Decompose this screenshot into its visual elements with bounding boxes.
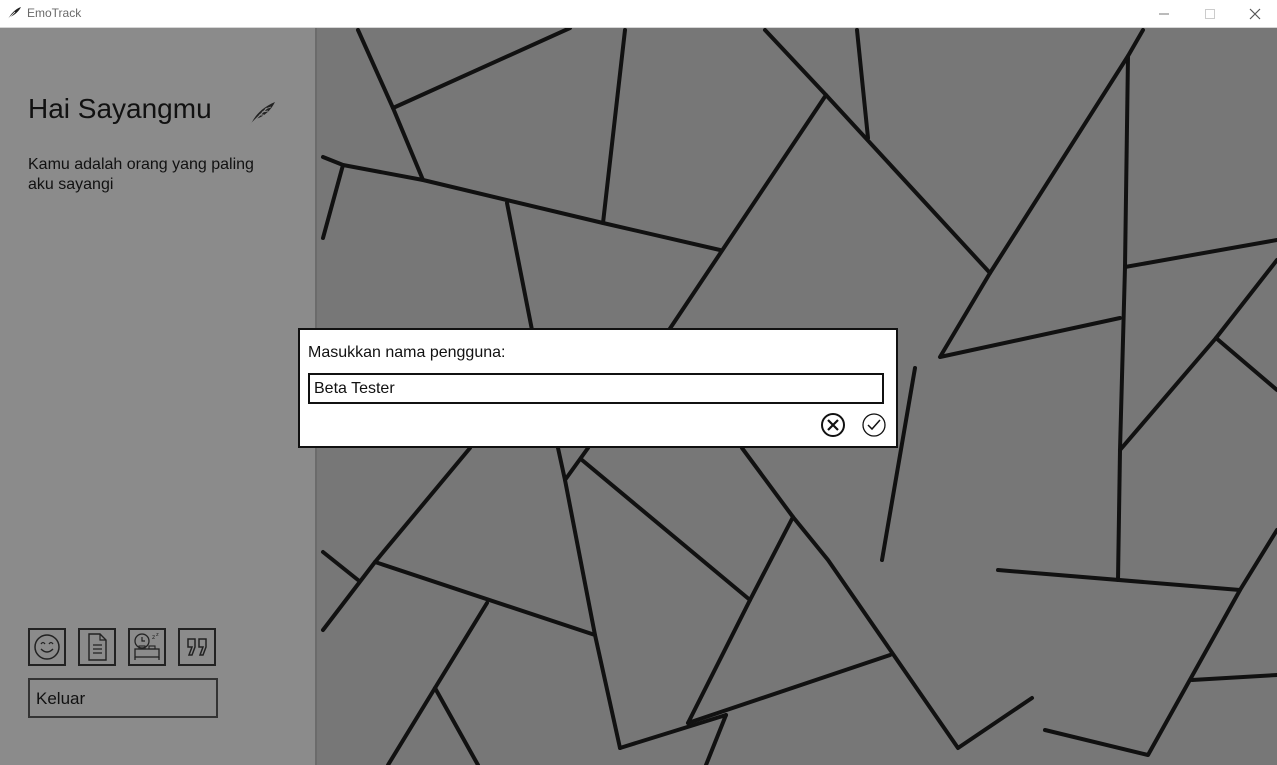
username-dialog: Masukkan nama pengguna: xyxy=(298,328,898,448)
check-circle-icon[interactable] xyxy=(861,412,887,438)
feather-app-icon xyxy=(6,7,21,21)
quote-icon xyxy=(187,638,207,656)
username-input[interactable] xyxy=(308,373,884,404)
title-bar: EmoTrack xyxy=(0,0,1277,28)
smiley-icon xyxy=(34,634,60,660)
subtitle-text: Kamu adalah orang yang paling aku sayang… xyxy=(28,156,254,193)
app-title: EmoTrack xyxy=(27,6,82,20)
quote-button[interactable] xyxy=(178,628,216,666)
cancel-circle-icon[interactable] xyxy=(820,412,846,438)
feather-icon[interactable] xyxy=(247,98,277,126)
journal-button[interactable] xyxy=(78,628,116,666)
close-button[interactable] xyxy=(1232,0,1277,28)
maximize-button[interactable] xyxy=(1187,0,1233,28)
dialog-label: Masukkan nama pengguna: xyxy=(308,344,506,361)
greeting-heading: Hai Sayangmu xyxy=(28,93,212,124)
maximize-icon xyxy=(1205,9,1215,19)
mood-button[interactable] xyxy=(28,628,66,666)
sidebar: Hai Sayangmu Kamu adalah orang yang pali… xyxy=(0,28,317,765)
sleep-icon: z z xyxy=(134,632,160,660)
sleep-button[interactable]: z z xyxy=(128,628,166,666)
document-icon xyxy=(88,633,107,661)
minimize-button[interactable] xyxy=(1141,0,1187,28)
svg-text:z: z xyxy=(152,634,155,641)
close-icon xyxy=(1249,8,1261,20)
logout-button[interactable]: Keluar xyxy=(28,678,218,718)
minimize-icon xyxy=(1159,13,1169,15)
svg-text:z: z xyxy=(156,632,159,638)
